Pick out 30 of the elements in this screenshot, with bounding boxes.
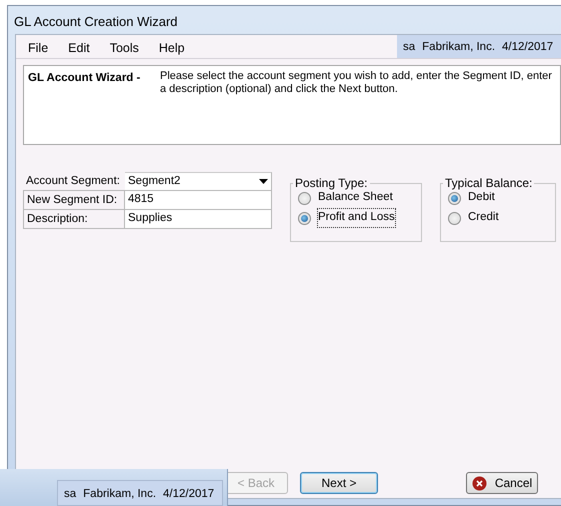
instructions-text: Please select the account segment you wish to add, enter the Segment ID, enter a description (optional) and click the Next button. [160,70,553,97]
menu-item[interactable]: Edit [60,35,98,58]
company-name: Fabrikam, Inc. [422,40,496,55]
date-text: 4/12/2017 [502,40,554,55]
close-icon [472,476,487,490]
radio-label: Credit [468,210,499,226]
instructions-heading: GL Account Wizard - [28,71,142,86]
dropdown-field[interactable]: Segment2 [125,172,272,191]
caret-icon [259,179,268,184]
radio-label: Profit and Loss [318,209,395,227]
radio-button[interactable] [448,192,461,204]
user-name: sa [64,487,76,500]
radio-label: Debit [468,190,495,206]
input-field[interactable]: Supplies [125,210,272,229]
cancel-button[interactable]: Cancel [466,472,538,494]
radio-label: Balance Sheet [318,190,393,206]
company-name: Fabrikam, Inc. [83,487,156,500]
input-field[interactable]: 4815 [125,191,272,210]
menu-item[interactable]: Tools [102,35,147,58]
menu-item[interactable]: File [20,35,56,58]
next-button[interactable]: Next > [300,472,378,494]
date-text: 4/12/2017 [163,487,214,500]
radio-button[interactable] [298,212,311,224]
field-label: Description: [23,210,125,229]
user-name: sa [403,40,416,55]
radio-button[interactable] [298,192,311,204]
window-title: GL Account Creation Wizard [13,13,179,31]
menu-item[interactable]: Help [150,35,193,58]
field-label: New Segment ID: [23,191,125,210]
radio-button[interactable] [448,212,461,224]
